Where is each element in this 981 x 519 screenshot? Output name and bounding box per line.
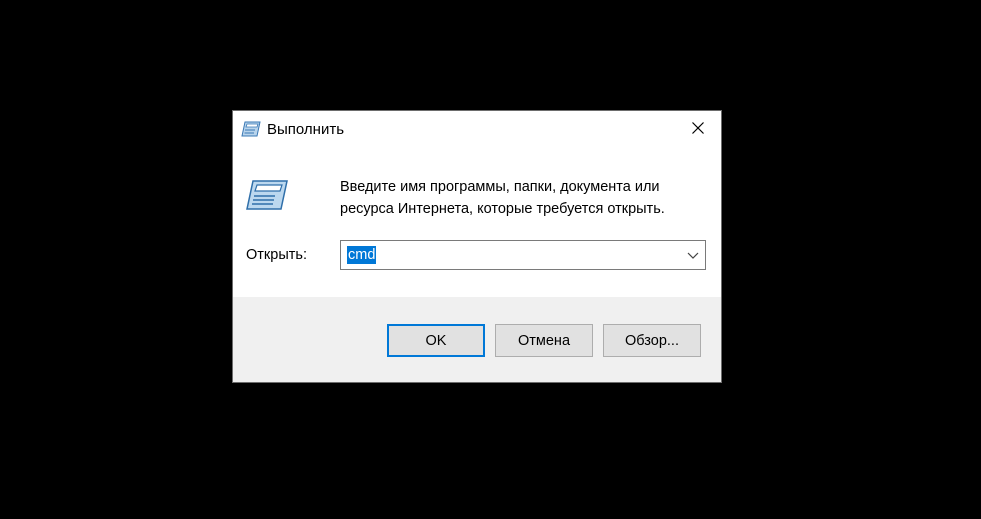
dialog-title: Выполнить (267, 121, 345, 138)
run-program-icon (245, 179, 289, 211)
close-icon (692, 121, 704, 139)
chevron-down-icon[interactable] (685, 247, 701, 263)
dialog-body: Введите имя программы, папки, документа … (233, 149, 721, 297)
command-input[interactable]: cmd (347, 246, 377, 264)
run-dialog: Выполнить Введите имя программы, папки, … (232, 110, 722, 383)
run-icon (241, 121, 261, 137)
ok-button[interactable]: OK (387, 324, 485, 357)
cancel-button[interactable]: Отмена (495, 324, 593, 357)
close-button[interactable] (675, 111, 721, 149)
command-combobox[interactable]: cmd (340, 240, 706, 270)
open-label: Открыть: (246, 247, 307, 263)
browse-button[interactable]: Обзор... (603, 324, 701, 357)
title-bar[interactable]: Выполнить (233, 111, 721, 149)
dialog-description: Введите имя программы, папки, документа … (340, 179, 665, 217)
